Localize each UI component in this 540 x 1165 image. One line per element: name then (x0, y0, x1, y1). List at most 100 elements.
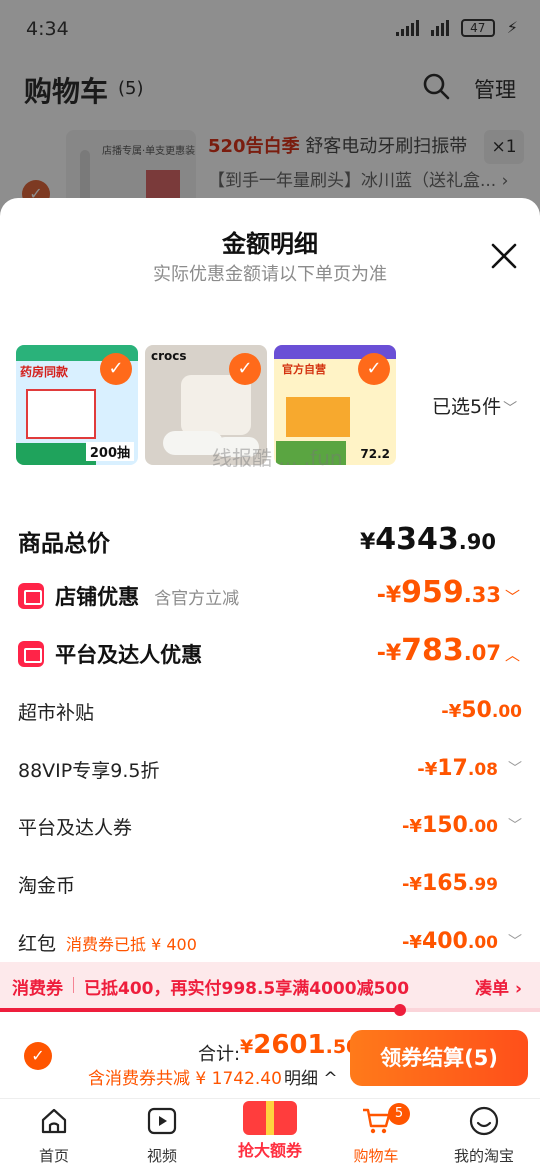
discount-item-label: 平台及达人券 (18, 817, 133, 839)
discount-dec: .00 (467, 817, 498, 837)
shop-discount-dec: .33 (463, 583, 501, 607)
battery-icon: 47 (460, 18, 495, 37)
chevron-down-icon: ﹀ (503, 401, 518, 417)
bottom-tab-bar: 首页 视频 抢大额券 5 购物车 我的淘宝 (0, 1098, 540, 1165)
discount-item-value: -¥50.00 (441, 698, 522, 723)
shop-discount-sign: -¥ (376, 583, 402, 608)
video-play-icon (147, 1107, 177, 1135)
cart-item-image-tag: 店播专属·单支更惠装 (102, 146, 196, 157)
add-items-link[interactable]: 凑单 › (475, 974, 522, 999)
discount-dec: .08 (467, 760, 498, 780)
discount-item-value: -¥17.08 (417, 756, 498, 781)
manage-button[interactable]: 管理 (474, 74, 516, 104)
cart-item-name: 舒客电动牙刷扫振带 (305, 136, 468, 157)
discount-int: 50 (461, 698, 492, 723)
platform-discount-label: 平台及达人优惠 (55, 643, 203, 667)
discount-int: 17 (437, 756, 468, 781)
saving-note: 含消费券共减 ¥ 1742.40 (88, 1069, 282, 1089)
watermark: 线报酷 ... .fun (212, 446, 343, 470)
thumb-brand: crocs (151, 349, 187, 363)
thumb-check-icon[interactable]: ✓ (229, 353, 261, 385)
amount-detail-sheet: 金额明细 实际优惠金额请以下单页为准 药房同款 200抽 ✓ crocs ✓ 官… (0, 198, 540, 1098)
tab-home[interactable]: 首页 (4, 1105, 104, 1165)
selected-count-text: 已选5件 (432, 396, 502, 418)
checkout-button[interactable]: 领券结算(5) (350, 1030, 528, 1086)
coupon-progress (0, 1004, 540, 1016)
discount-sign: -¥ (401, 816, 422, 837)
discount-item-label: 88VIP专享9.5折 (18, 760, 160, 782)
discount-sign: -¥ (417, 759, 438, 780)
sum-value: ¥2601.50 (240, 1030, 359, 1060)
shop-discount-int: 959 (401, 575, 464, 610)
thumb-check-icon[interactable]: ✓ (100, 353, 132, 385)
tab-video[interactable]: 视频 (112, 1105, 212, 1165)
home-icon (41, 1108, 67, 1134)
thumb-label: 药房同款 (20, 365, 69, 379)
discount-int: 400 (421, 929, 468, 954)
tab-label: 我的淘宝 (453, 1147, 514, 1165)
discount-item-platform-coupon[interactable]: 平台及达人券 -¥150.00 ﹀ (18, 813, 522, 840)
thumb-check-icon[interactable]: ✓ (358, 353, 390, 385)
coupon-message: 已抵400，再实付998.5享满4000减500 (84, 979, 410, 999)
search-icon[interactable] (422, 72, 450, 100)
tab-label: 首页 (38, 1147, 69, 1165)
thumb-footer-band (16, 443, 96, 465)
cart-item-quantity[interactable]: ×1 (484, 130, 524, 164)
tab-big-coupon[interactable]: 抢大额券 (220, 1101, 320, 1165)
platform-discount-dec: .07 (463, 641, 501, 665)
discount-int: 165 (421, 871, 468, 896)
total-price-value: ¥4343.90 (360, 522, 496, 557)
cart-badge: 5 (388, 1103, 410, 1125)
signal-icon (395, 19, 419, 36)
discount-item-88vip[interactable]: 88VIP专享9.5折 -¥17.08 ﹀ (18, 756, 522, 783)
status-bar: 4:34 47 ⚡ (0, 0, 540, 60)
platform-discount-int: 783 (401, 633, 464, 668)
sum-int: 2601 (253, 1030, 326, 1060)
sum-label: 合计: (198, 1044, 241, 1065)
detail-toggle[interactable]: 明细 ^ (284, 1064, 338, 1089)
status-time: 4:34 (26, 18, 69, 40)
divider (73, 977, 74, 993)
discount-item-supermarket: 超市补贴 -¥50.00 (18, 698, 522, 725)
cart-count: (5) (118, 78, 144, 99)
thumb-price: 72.2 (360, 447, 390, 461)
tab-my-taobao[interactable]: 我的淘宝 (434, 1105, 534, 1165)
discount-item-red-packet[interactable]: 红包 消费券已抵 ¥ 400 -¥400.00 ﹀ (18, 929, 522, 956)
chevron-down-icon: ﹀ (508, 818, 522, 834)
smiley-face-icon (469, 1106, 499, 1136)
cream-pack-graphic (286, 397, 350, 437)
close-icon[interactable] (488, 240, 520, 272)
coupon-title: 消费券 (12, 979, 63, 999)
chevron-up-icon: ︿ (504, 646, 520, 664)
tab-cart[interactable]: 5 购物车 (326, 1103, 426, 1165)
thumb-qty: 200抽 (85, 442, 134, 461)
discount-item-value: -¥400.00 (402, 929, 498, 954)
discount-sign: -¥ (441, 701, 462, 722)
cart-icon (363, 1108, 391, 1134)
discount-dec: .00 (467, 933, 498, 953)
chevron-down-icon: ﹀ (508, 934, 522, 950)
shop-discount-row[interactable]: 店铺优惠 含官方立减 -¥959.33 ﹀ (18, 575, 522, 611)
discount-sign: -¥ (401, 874, 422, 895)
cart-item-title[interactable]: 520告白季 舒客电动牙刷扫振带 (208, 132, 467, 158)
coupon-progress-dot (393, 1004, 406, 1016)
select-all-checkbox[interactable]: ✓ (24, 1042, 52, 1070)
total-price-row: 商品总价 ¥4343.90 (18, 522, 522, 558)
platform-discount-row[interactable]: 平台及达人优惠 -¥783.07 ︿ (18, 633, 522, 669)
wipes-pack-graphic (26, 389, 96, 439)
product-thumbnail-wipes[interactable]: 药房同款 200抽 ✓ (16, 345, 138, 465)
coupon-progress-bar[interactable]: 消费券 已抵400，再实付998.5享满4000减500 凑单 › (0, 962, 540, 1008)
discount-int: 150 (421, 813, 468, 838)
cart-page-background: 购物车 (5) 管理 ✓ 店播专属·单支更惠装 520告白季 舒客电动牙刷扫振带… (0, 60, 540, 240)
selected-count-toggle[interactable]: 已选5件 ﹀ (432, 392, 517, 419)
shop-discount-label: 店铺优惠 (55, 585, 140, 609)
charging-icon: ⚡ (506, 18, 518, 37)
discount-dec: .99 (467, 875, 498, 895)
cart-item-variant[interactable]: 【到手一年量刷头】冰川蓝（送礼盒... › (208, 166, 508, 191)
checkout-bar: ✓ 合计: ¥2601.50 含消费券共减 ¥ 1742.40 明细 ^ 领券结… (0, 1018, 540, 1098)
thumb-header: 官方自营 (282, 363, 326, 376)
sheet-title: 金额明细 (222, 230, 318, 258)
tab-label: 抢大额券 (237, 1141, 302, 1160)
sheet-subtitle: 实际优惠金额请以下单页为准 (153, 264, 387, 285)
total-int: 4343 (375, 522, 459, 557)
